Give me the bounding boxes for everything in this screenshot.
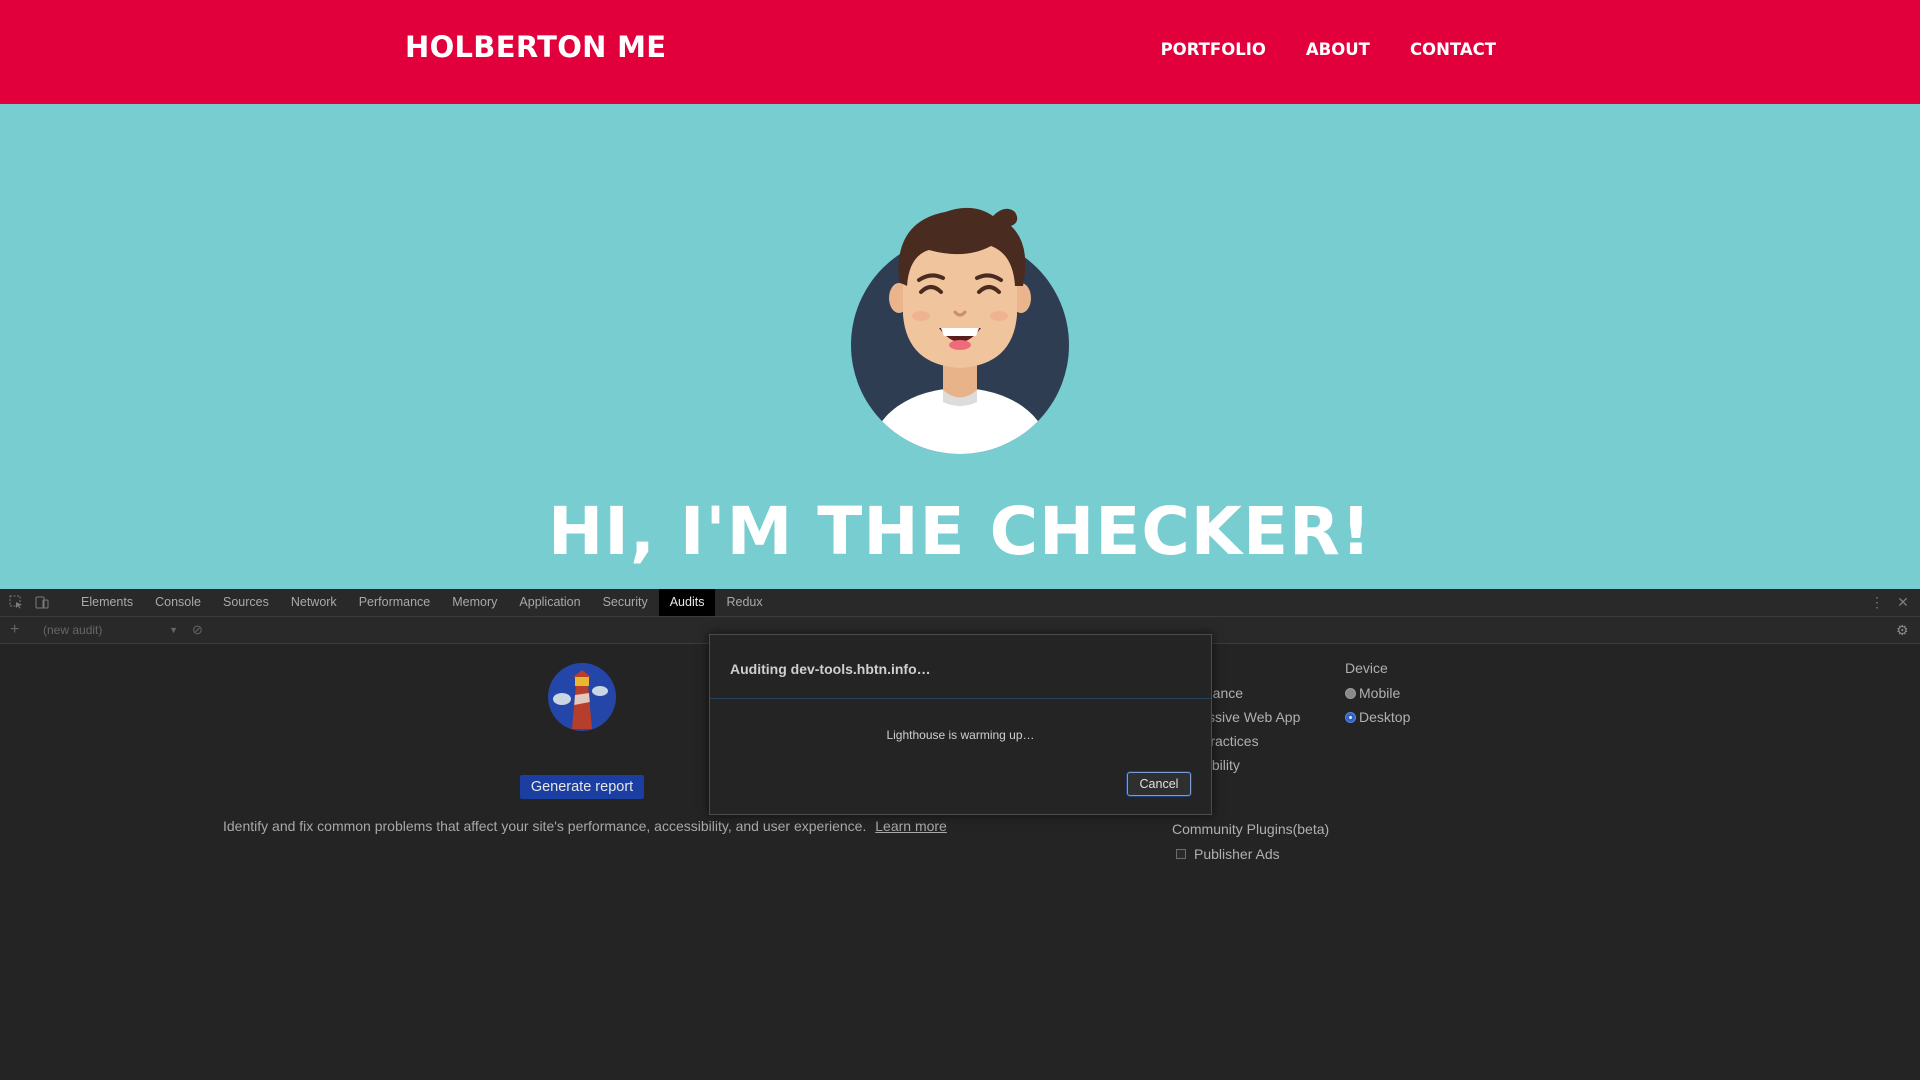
tab-network[interactable]: Network: [280, 589, 348, 616]
site-header: HOLBERTON ME PORTFOLIO ABOUT CONTACT: [0, 0, 1920, 104]
tab-audits[interactable]: Audits: [658, 589, 716, 616]
audits-description: Identify and fix common problems that af…: [223, 818, 947, 834]
desktop-radio[interactable]: [1345, 711, 1356, 723]
dialog-title: Auditing dev-tools.hbtn.info…: [730, 661, 931, 677]
hero-title: HI, I'M THE CHECKER!: [548, 493, 1372, 570]
tab-memory[interactable]: Memory: [441, 589, 508, 616]
add-audit-icon[interactable]: +: [10, 617, 19, 643]
audit-select[interactable]: (new audit) ▼: [43, 617, 178, 643]
desktop-label: Desktop: [1359, 709, 1411, 725]
plugin-publisher-ads[interactable]: Publisher Ads: [1176, 846, 1280, 862]
site-nav: PORTFOLIO ABOUT CONTACT: [1161, 40, 1496, 59]
dialog-progress-line: [710, 698, 1211, 699]
auditing-dialog: Auditing dev-tools.hbtn.info… Lighthouse…: [709, 634, 1212, 815]
tab-elements[interactable]: Elements: [70, 589, 144, 616]
nav-about[interactable]: ABOUT: [1306, 40, 1370, 59]
close-icon[interactable]: ✕: [1896, 595, 1910, 609]
tab-redux[interactable]: Redux: [715, 589, 773, 616]
kebab-menu-icon[interactable]: ⋮: [1870, 595, 1884, 609]
device-heading: Device: [1345, 660, 1388, 676]
audit-select-value: (new audit): [43, 623, 103, 637]
nav-portfolio[interactable]: PORTFOLIO: [1161, 40, 1266, 59]
cancel-button[interactable]: Cancel: [1127, 772, 1191, 796]
dialog-status-message: Lighthouse is warming up…: [886, 728, 1035, 742]
devtools-tabs: Elements Console Sources Network Perform…: [70, 589, 774, 616]
tab-security[interactable]: Security: [592, 589, 659, 616]
clear-audit-icon[interactable]: ⊘: [192, 617, 203, 643]
settings-gear-icon[interactable]: ⚙: [1896, 617, 1909, 643]
nav-contact[interactable]: CONTACT: [1410, 40, 1496, 59]
publisher-ads-label: Publisher Ads: [1194, 846, 1280, 862]
mobile-label: Mobile: [1359, 685, 1401, 701]
tab-sources[interactable]: Sources: [212, 589, 280, 616]
devtools-tabbar: Elements Console Sources Network Perform…: [0, 589, 1920, 617]
website-viewport: HOLBERTON ME PORTFOLIO ABOUT CONTACT HI,…: [0, 0, 1920, 589]
audits-description-text: Identify and fix common problems that af…: [223, 818, 867, 834]
dropdown-arrow-icon: ▼: [169, 625, 178, 635]
device-desktop-option[interactable]: Desktop: [1345, 709, 1410, 725]
device-toolbar-icon[interactable]: [35, 595, 49, 609]
site-brand[interactable]: HOLBERTON ME: [405, 30, 666, 64]
plugins-heading: Community Plugins(beta): [1172, 821, 1330, 837]
inspect-element-icon[interactable]: [9, 595, 23, 609]
learn-more-link[interactable]: Learn more: [875, 818, 947, 834]
generate-report-button[interactable]: Generate report: [520, 775, 644, 799]
lighthouse-logo-icon: [548, 663, 616, 731]
tab-application[interactable]: Application: [508, 589, 591, 616]
publisher-ads-checkbox[interactable]: [1176, 849, 1186, 859]
tab-console[interactable]: Console: [144, 589, 212, 616]
mobile-radio[interactable]: [1345, 687, 1356, 699]
avatar-image: [851, 207, 1069, 454]
device-mobile-option[interactable]: Mobile: [1345, 685, 1400, 701]
tab-performance[interactable]: Performance: [348, 589, 442, 616]
